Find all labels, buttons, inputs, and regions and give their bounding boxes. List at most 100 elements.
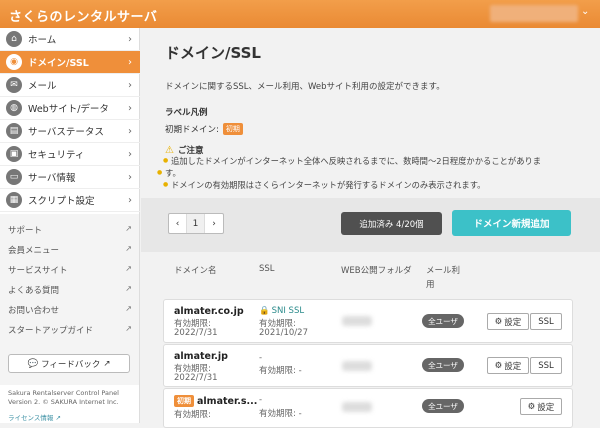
col-header-folder: WEB公開フォルダ — [341, 266, 412, 276]
license-label: ライセンス情報 — [8, 414, 54, 422]
sidebar-item-website-data[interactable]: ◍ Webサイト/データ › — [0, 97, 140, 120]
mail-user-badge: 全ユーザ — [422, 399, 464, 413]
top-bar: さくらのレンタルサーバ ⌄ — [0, 0, 600, 28]
notice-text: す。 — [165, 168, 181, 178]
web-folder — [342, 402, 372, 412]
ssl-expiry-date: 2021/10/27 — [259, 328, 308, 338]
sidebar-item-mail[interactable]: ✉ メール › — [0, 74, 140, 97]
expiry-label: 有効期限: — [174, 410, 211, 420]
added-count-button[interactable]: 追加済み 4/20個 — [341, 212, 442, 235]
link-label: 会員メニュー — [8, 246, 60, 256]
notice-text: ドメインの有効期限はさくらインターネットが発行するドメインのみ表示されます。 — [171, 180, 486, 190]
link-label: サポート — [8, 226, 43, 236]
col-header-mail-2: 用 — [426, 280, 435, 290]
domain-icon: ◉ — [6, 54, 22, 70]
link-contact[interactable]: お問い合わせ ↗ — [8, 304, 132, 316]
legend-title: ラベル凡例 — [165, 108, 208, 118]
app-title: さくらのレンタルサーバ — [9, 10, 158, 25]
link-member-menu[interactable]: 会員メニュー ↗ — [8, 244, 132, 256]
add-domain-button[interactable]: ドメイン新規追加 — [452, 210, 571, 236]
web-folder — [342, 316, 372, 326]
link-label: サービスサイト — [8, 266, 68, 276]
settings-button[interactable]: ⚙ 設定 — [487, 313, 529, 330]
link-label: お問い合わせ — [8, 306, 60, 316]
account-menu[interactable] — [490, 5, 578, 22]
license-link[interactable]: ライセンス情報 ↗ — [8, 412, 61, 422]
settings-label: 設定 — [537, 402, 555, 413]
notice-item-cont: す。 — [157, 167, 585, 179]
feedback-label: フィードバック — [41, 359, 101, 370]
col-header-mail: メール利 — [426, 266, 461, 276]
lock-icon: ▣ — [6, 146, 22, 162]
settings-button[interactable]: ⚙ 設定 — [520, 398, 562, 415]
mail-user-badge: 全ユーザ — [422, 314, 464, 328]
notice-item: ドメインの有効期限はさくらインターネットが発行するドメインのみ表示されます。 — [163, 179, 591, 191]
footer-line-1: Sakura Rentalserver Control Panel — [8, 389, 119, 397]
warning-icon: ⚠ — [165, 144, 174, 156]
sidebar: ⌂ ホーム › ◉ ドメイン/SSL › ✉ メール › ◍ Webサイト/デー… — [0, 28, 140, 423]
gear-icon: ⚙ — [494, 316, 503, 327]
link-startup-guide[interactable]: スタートアップガイド ↗ — [8, 324, 132, 336]
expiry-date: 2022/7/31 — [174, 373, 218, 383]
external-link-icon: ↗ — [125, 304, 132, 313]
mail-user-badge: 全ユーザ — [422, 358, 464, 372]
external-link-icon: ↗ — [125, 324, 132, 333]
sidebar-item-label: スクリプト設定 — [28, 196, 95, 207]
chevron-right-icon: › — [128, 102, 132, 114]
ssl-link[interactable]: 🔒 SNI SSL — [259, 306, 304, 316]
domain-name-cell[interactable]: 初期 almater.s... — [174, 395, 257, 407]
script-icon: ▦ — [6, 192, 22, 208]
footer-line-2: Version 2. © SAKURA Internet Inc. — [8, 398, 119, 406]
ssl-type: SNI SSL — [271, 306, 305, 316]
page-number[interactable]: 1 — [187, 214, 205, 233]
legend-label: 初期ドメイン: — [165, 125, 219, 135]
domain-name: almater.s... — [197, 395, 258, 407]
settings-button[interactable]: ⚙ 設定 — [487, 357, 529, 374]
pagination: ‹ 1 › — [168, 213, 224, 234]
toolbar: ‹ 1 › 追加済み 4/20個 ドメイン新規追加 — [141, 198, 600, 252]
initial-domain-badge: 初期 — [174, 395, 194, 407]
sidebar-item-script-settings[interactable]: ▦ スクリプト設定 › — [0, 189, 140, 212]
external-link-icon: ↗ — [125, 264, 132, 273]
page-description: ドメインに関するSSL、メール利用、Webサイト利用の設定ができます。 — [165, 82, 445, 92]
external-link-icon: ↗ — [125, 224, 132, 233]
gear-icon: ⚙ — [527, 401, 536, 412]
home-icon: ⌂ — [6, 31, 22, 47]
sidebar-item-label: セキュリティ — [28, 150, 85, 161]
main-content: ドメイン/SSL ドメインに関するSSL、メール利用、Webサイト利用の設定がで… — [141, 28, 600, 428]
external-link-icon: ↗ — [125, 244, 132, 253]
sidebar-item-server-info[interactable]: ▭ サーバ情報 › — [0, 166, 140, 189]
table-row: almater.co.jp 有効期限: 2022/7/31 🔒 SNI SSL 有… — [163, 299, 573, 343]
col-header-domain: ドメイン名 — [174, 266, 217, 276]
link-support[interactable]: サポート ↗ — [8, 224, 132, 236]
sidebar-item-label: サーバ情報 — [28, 173, 76, 184]
link-service-site[interactable]: サービスサイト ↗ — [8, 264, 132, 276]
ssl-expiry-label: 有効期限: - — [259, 366, 302, 376]
link-faq[interactable]: よくある質問 ↗ — [8, 284, 132, 296]
page-title: ドメイン/SSL — [165, 44, 261, 62]
gear-icon: ⚙ — [494, 360, 503, 371]
chevron-right-icon: › — [128, 194, 132, 206]
sidebar-item-label: サーバステータス — [28, 127, 104, 138]
sidebar-item-domain-ssl[interactable]: ◉ ドメイン/SSL › — [0, 51, 140, 74]
domain-name[interactable]: almater.jp — [174, 351, 228, 362]
chevron-down-icon[interactable]: ⌄ — [581, 6, 589, 17]
feedback-button[interactable]: 💬 フィードバック ↗ — [8, 354, 130, 373]
sidebar-item-security[interactable]: ▣ セキュリティ › — [0, 143, 140, 166]
link-label: スタートアップガイド — [8, 326, 94, 336]
domain-name[interactable]: almater.co.jp — [174, 306, 244, 317]
chevron-right-icon: › — [128, 125, 132, 137]
next-page-button[interactable]: › — [205, 214, 223, 233]
expiry-date: 2022/7/31 — [174, 328, 218, 338]
notice-item: 追加したドメインがインターネット全体へ反映されるまでに、数時間〜2日程度かかるこ… — [163, 155, 591, 167]
ssl-button[interactable]: SSL — [530, 313, 562, 330]
prev-page-button[interactable]: ‹ — [169, 214, 187, 233]
ssl-none: - — [259, 353, 263, 363]
legend-row: 初期ドメイン: 初期 — [165, 123, 243, 135]
sidebar-item-home[interactable]: ⌂ ホーム › — [0, 28, 140, 51]
external-link-icon: ↗ — [125, 284, 132, 293]
ssl-button[interactable]: SSL — [530, 357, 562, 374]
chevron-right-icon: › — [128, 79, 132, 91]
sidebar-item-server-status[interactable]: ▤ サーバステータス › — [0, 120, 140, 143]
server-icon: ▭ — [6, 169, 22, 185]
